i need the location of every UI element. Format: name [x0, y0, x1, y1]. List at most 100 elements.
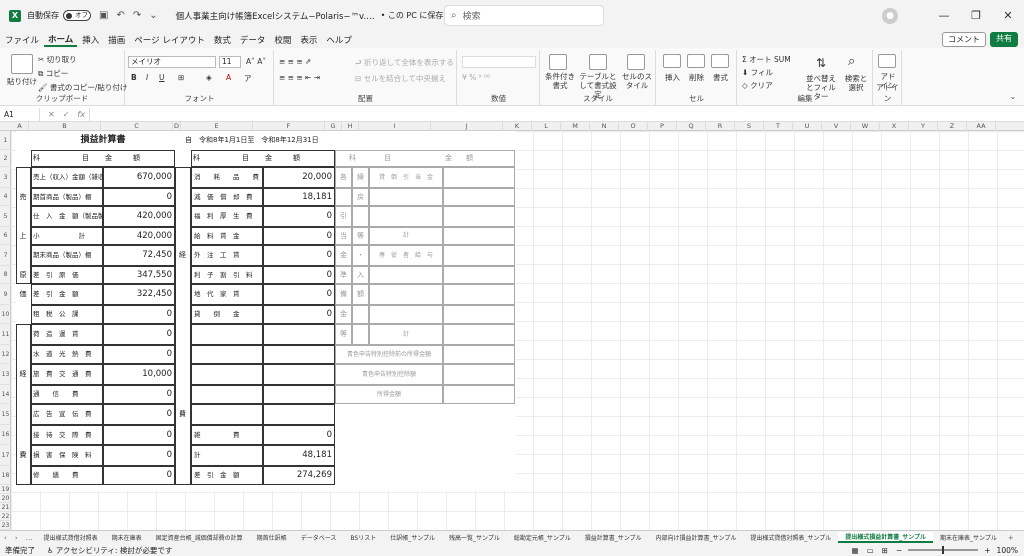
font-grow-icon[interactable]: A˄ A˅ — [246, 57, 266, 66]
column-header[interactable]: M — [561, 122, 590, 131]
column-header[interactable]: Y — [909, 122, 938, 131]
zoom-level[interactable]: 100% — [997, 546, 1018, 555]
column-header[interactable]: F — [253, 122, 325, 131]
sheet-tab[interactable]: 期末在庫表 — [105, 533, 149, 542]
tab-home[interactable]: ホーム — [44, 33, 78, 47]
collapse-ribbon-icon[interactable]: ⌄ — [1010, 92, 1016, 101]
tab-draw[interactable]: 描画 — [104, 34, 129, 46]
accessibility-status[interactable]: アクセシビリティ: 検討が必要です — [56, 545, 173, 556]
column-header[interactable]: C — [101, 122, 173, 131]
currency-icon[interactable]: ¥ % ⁹ ⁰⁰ — [462, 73, 490, 82]
minimize-icon[interactable]: — — [928, 9, 960, 22]
tab-file[interactable]: ファイル — [1, 34, 43, 46]
delete-cells-button[interactable]: 削除 — [689, 72, 704, 83]
tab-next-icon[interactable]: › — [11, 534, 22, 542]
font-size-select[interactable]: 11 — [219, 56, 241, 68]
row-header[interactable]: 18 — [0, 466, 11, 485]
autosum-button[interactable]: Σ オート SUM — [742, 54, 791, 65]
find-select-button[interactable]: 検索と選択 — [842, 74, 870, 92]
sheet-tab[interactable]: 固定資産台帳_減価償却費の計算 — [149, 533, 250, 542]
sheet-tab[interactable]: 提出様式貸借対照表 — [37, 533, 105, 542]
delete-cells-icon[interactable] — [687, 54, 705, 68]
tab-formulas[interactable]: 数式 — [210, 34, 235, 46]
row-header[interactable]: 6 — [0, 227, 11, 245]
tab-review[interactable]: 校閲 — [270, 34, 295, 46]
font-color-icon[interactable]: A — [226, 73, 231, 82]
page-layout-view-icon[interactable]: ▭ — [867, 546, 874, 555]
row-header[interactable]: 23 — [0, 521, 11, 530]
name-box[interactable]: A1 — [0, 107, 40, 121]
format-cells-icon[interactable] — [711, 54, 729, 68]
enter-icon[interactable]: ✓ — [63, 110, 70, 119]
copy-button[interactable]: ⧉ コピー — [38, 68, 68, 79]
sheet-tab[interactable]: 損益計算書_サンプル — [578, 533, 649, 542]
sheet-tab[interactable]: 残高一覧_サンプル — [442, 533, 507, 542]
row-header[interactable]: 22 — [0, 512, 11, 521]
column-header[interactable]: E — [181, 122, 253, 131]
column-header[interactable]: H — [342, 122, 359, 131]
normal-view-icon[interactable]: ▦ — [851, 546, 858, 555]
border-icon[interactable]: ⊞ — [178, 73, 184, 82]
worksheet-grid[interactable]: A B C D E F G H I J K L M N O P Q R S T U V W X Y Z AA 1 2 3 4 5 6 7 8 9 10… — [0, 122, 1024, 530]
cut-button[interactable]: ✂ 切り取り — [38, 54, 77, 65]
insert-cells-icon[interactable] — [663, 54, 681, 68]
zoom-slider[interactable] — [908, 546, 979, 554]
row-header[interactable]: 7 — [0, 245, 11, 266]
conditional-format-icon[interactable] — [549, 54, 567, 70]
accessibility-icon[interactable]: ♿ — [47, 546, 54, 555]
row-header[interactable]: 20 — [0, 494, 11, 503]
share-button[interactable]: 共有 — [990, 32, 1018, 47]
row-header[interactable]: 1 — [0, 131, 11, 150]
close-icon[interactable]: ✕ — [992, 9, 1024, 22]
add-sheet-icon[interactable]: + — [1004, 534, 1018, 542]
column-header[interactable]: T — [764, 122, 793, 131]
row-header[interactable]: 11 — [0, 324, 11, 345]
quick-access-more-icon[interactable]: ⌄ — [149, 10, 157, 21]
merge-center-button[interactable]: ⊟ セルを結合して中央揃え — [355, 73, 446, 84]
sort-filter-icon[interactable]: ⇅ — [816, 56, 826, 70]
sheet-tab[interactable]: 総勘定元帳_サンプル — [507, 533, 578, 542]
sheet-tab[interactable]: 内部向け損益計算書_サンプル — [649, 533, 744, 542]
column-header[interactable]: L — [532, 122, 561, 131]
find-select-icon[interactable]: ⌕ — [848, 54, 855, 69]
search-input[interactable]: ⌕ 検索 — [444, 5, 604, 26]
row-header[interactable]: 17 — [0, 445, 11, 466]
row-header[interactable]: 12 — [0, 345, 11, 364]
column-header[interactable]: V — [822, 122, 851, 131]
column-header[interactable]: O — [619, 122, 648, 131]
row-header[interactable]: 2 — [0, 150, 11, 167]
row-header[interactable]: 8 — [0, 266, 11, 284]
addin-icon[interactable] — [878, 54, 896, 68]
column-header[interactable]: S — [735, 122, 764, 131]
tab-more-icon[interactable]: … — [22, 534, 37, 542]
format-as-table-icon[interactable] — [589, 54, 607, 70]
column-header[interactable]: N — [590, 122, 619, 131]
fill-color-icon[interactable]: ◈ — [206, 73, 212, 82]
column-header[interactable]: D — [173, 122, 181, 131]
column-header[interactable]: AA — [967, 122, 996, 131]
align-top-icon[interactable]: ≡ ≡ ≡ ⇗ — [279, 57, 311, 66]
font-name-select[interactable]: メイリオ — [128, 56, 216, 68]
column-header[interactable]: W — [851, 122, 880, 131]
tab-insert[interactable]: 挿入 — [78, 34, 103, 46]
row-header[interactable]: 3 — [0, 167, 11, 188]
cell-styles-icon[interactable] — [627, 54, 645, 70]
cancel-icon[interactable]: ✕ — [48, 110, 55, 119]
italic-icon[interactable]: I — [146, 73, 148, 82]
fill-button[interactable]: ⬇ フィル — [742, 67, 773, 78]
tab-data[interactable]: データ — [236, 34, 270, 46]
column-header[interactable]: Z — [938, 122, 967, 131]
sheet-tab[interactable]: データベース — [294, 533, 344, 542]
column-header[interactable]: A — [11, 122, 29, 131]
bold-icon[interactable]: B — [131, 73, 137, 82]
sheet-tab[interactable]: 仕訳帳_サンプル — [383, 533, 442, 542]
column-header[interactable]: R — [706, 122, 735, 131]
account-avatar-icon[interactable]: ● — [882, 7, 898, 24]
row-header[interactable]: 19 — [0, 485, 11, 494]
sheet-tab[interactable]: 提出様式損益計算書_サンプル — [838, 532, 934, 543]
undo-icon[interactable]: ↶ — [116, 10, 124, 21]
fx-icon[interactable]: fx — [77, 110, 85, 119]
sheet-tab[interactable]: BSリスト — [343, 533, 383, 542]
align-left-icon[interactable]: ≡ ≡ ≡ ⇤ ⇥ — [279, 73, 320, 82]
column-header[interactable]: X — [880, 122, 909, 131]
